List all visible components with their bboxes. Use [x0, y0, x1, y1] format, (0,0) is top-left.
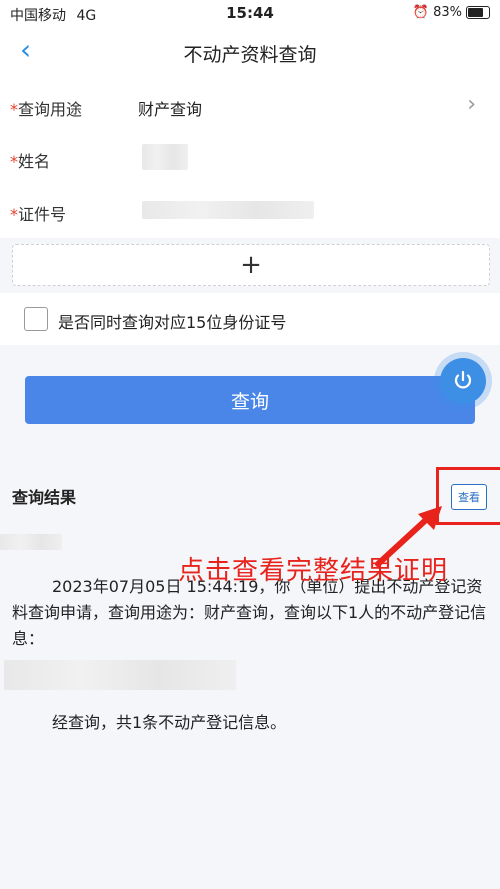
add-person-button[interactable]: +: [12, 244, 490, 286]
battery-icon: [466, 6, 490, 19]
battery-percent: 83%: [433, 5, 462, 20]
applicant-name-redacted: [0, 534, 62, 550]
required-mark: *: [10, 152, 18, 171]
name-label-wrap: *姓名: [10, 148, 50, 172]
name-row[interactable]: *姓名: [0, 132, 500, 184]
required-mark: *: [10, 205, 18, 224]
id-row[interactable]: *证件号: [0, 185, 500, 237]
page-title: 不动产资料查询: [183, 44, 317, 66]
annotation-text: 点击查看完整结果证明: [178, 556, 449, 586]
name-label: 姓名: [18, 152, 51, 171]
status-icons: ⏰ 83%: [413, 5, 490, 20]
floating-power-button[interactable]: [440, 358, 486, 404]
chevron-right-icon: ›: [467, 92, 476, 117]
required-mark: *: [10, 100, 18, 119]
alarm-icon: ⏰: [412, 5, 430, 20]
plus-icon: +: [240, 250, 262, 280]
results-title: 查询结果: [12, 488, 77, 507]
person-info-redacted: [4, 660, 236, 690]
name-field-redacted[interactable]: [142, 144, 188, 170]
purpose-label-wrap: *查询用途: [10, 96, 82, 120]
purpose-label: 查询用途: [18, 100, 83, 119]
purpose-value: 财产查询: [138, 100, 203, 119]
power-icon: [454, 370, 472, 389]
query-button[interactable]: 查询: [25, 376, 475, 424]
id-label: 证件号: [18, 205, 67, 224]
id15-checkbox-label[interactable]: 是否同时查询对应15位身份证号: [58, 309, 286, 333]
id15-checkbox[interactable]: [24, 307, 48, 331]
query-button-label: 查询: [230, 390, 269, 413]
purpose-row[interactable]: *查询用途 财产查询 ›: [0, 80, 500, 132]
result-summary: 经查询，共1条不动产登记信息。: [52, 713, 287, 732]
id-label-wrap: *证件号: [10, 201, 66, 225]
id-field-redacted[interactable]: [142, 201, 314, 219]
